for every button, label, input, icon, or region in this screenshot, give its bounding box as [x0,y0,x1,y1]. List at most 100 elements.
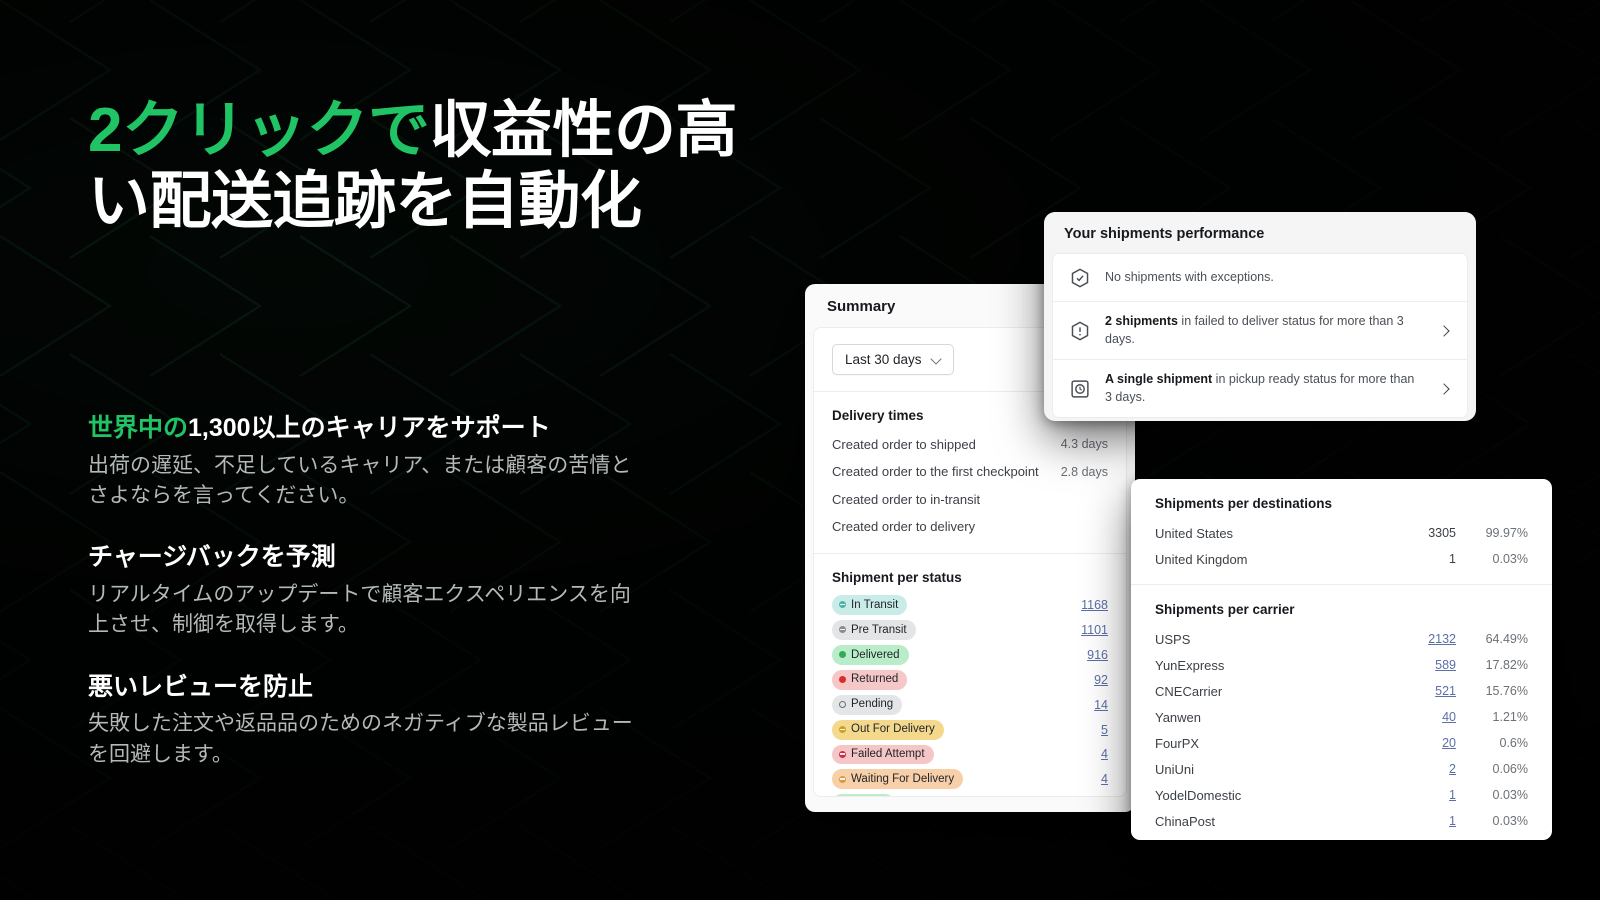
feature-title-rest-0: 1,300以上のキャリアをサポート [188,414,551,442]
feature-body-0: 出荷の遅延、不足しているキャリア、または顧客の苦情とさよならを言ってください。 [88,453,632,507]
carrier-row: Yanwen 40 1.21% [1131,704,1552,730]
carrier-row-name: CNECarrier [1155,683,1223,699]
status-badge: Pickup [832,794,895,796]
date-range-select[interactable]: Last 30 days [832,344,954,375]
carrier-row: YodelDomestic 1 0.03% [1131,782,1552,808]
delivery-time-row: Created order to the first checkpoint 2.8… [814,458,1126,485]
status-label: Pre Transit [851,623,907,636]
feature-title-accent-0: 世界中の [88,414,189,442]
delivery-times-list: Created order to shipped 4.3 days Created … [814,431,1126,541]
destination-row-percent: 0.03% [1492,551,1528,566]
status-badge: Out For Delivery [832,719,944,740]
delivery-time-row: Created order to shipped 4.3 days [814,431,1126,458]
status-row: Returned 92 [814,667,1126,692]
carrier-row-name: ChinaPost [1155,813,1215,829]
carrier-row: FourPX 20 0.6% [1131,730,1552,756]
status-row: Pre Transit 1101 [814,618,1126,643]
carrier-row-count[interactable]: 20 [1386,733,1456,753]
destinations-list: United States 3305 99.97% United Kingdom 1 0.… [1131,520,1552,572]
status-label: Delivered [851,648,900,661]
delivery-time-label: Created order to delivery [832,519,976,535]
carrier-row-percent: 0.06% [1492,762,1528,777]
delivery-time-label: Created order to shipped [832,437,976,452]
carrier-row-count[interactable]: 40 [1386,707,1456,727]
status-dot-icon [839,651,846,659]
status-badge: Pending [832,694,903,715]
carrier-row-name: UniUni [1155,761,1195,777]
destination-row: United Kingdom 1 0.03% [1131,546,1552,572]
carrier-row-percent: 15.76% [1485,684,1528,699]
status-count-link[interactable]: 92 [1094,673,1108,687]
carrier-row-count[interactable]: 589 [1386,655,1456,675]
destinations-heading: Shipments per destinations [1155,496,1333,511]
date-range-value: Last 30 days [845,352,922,367]
status-label: Pending [851,698,894,711]
hero-headline-block: 2クリックで収益性の高い配送追跡を自動化 [88,96,748,237]
carrier-row-percent: 64.49% [1485,631,1528,646]
shipments-performance-card: Your shipments performance No shipments … [1044,212,1476,421]
performance-item-emphasis: 2 shipments [1105,314,1178,328]
status-dot-icon [839,601,846,609]
carrier-row-percent: 17.82% [1485,658,1528,673]
feature-body-2: 失敗した注文や返品品のためのネガティブな製品レビューを回避します。 [88,712,633,766]
status-label: Out For Delivery [851,723,935,736]
shipment-per-status-heading: Shipment per status [832,569,962,585]
carrier-row: USPS 2132 64.49% [1131,626,1552,652]
carrier-row-percent: 0.6% [1499,736,1529,751]
carrier-row-count[interactable]: 2 [1386,759,1456,779]
performance-item[interactable]: 2 shipments in failed to deliver status … [1053,302,1467,360]
status-row: Pickup2 [814,792,1126,796]
carrier-row-count[interactable]: 521 [1386,681,1456,701]
status-label: In Transit [851,598,899,611]
status-badge: In Transit [832,595,908,616]
status-badge: Failed Attempt [832,744,934,765]
status-count-link[interactable]: 5 [1101,723,1108,737]
status-row: Failed Attempt 4 [814,742,1126,767]
status-dot-icon [839,775,846,783]
status-badge: Returned [832,669,908,690]
carrier-row-count[interactable]: 1 [1386,785,1456,805]
status-row: Pending 14 [814,692,1126,717]
carriers-list: USPS 2132 64.49% YunExpress 589 17.82% CNECarr… [1131,626,1552,834]
clock-box-icon [1069,378,1091,400]
carrier-row-count[interactable]: 2132 [1386,629,1456,649]
status-dot-icon [839,626,846,634]
chevron-right-icon[interactable] [1439,325,1451,337]
status-row: In Transit 1168 [814,593,1126,618]
carrier-row-count[interactable]: 1 [1386,811,1456,831]
delivery-time-row: Created order to delivery [814,513,1126,540]
delivery-time-row: Created order to in-transit [814,486,1126,513]
feature-item-2: 悪いレビューを防止 失敗した注文や返品品のためのネガティブな製品レビューを回避し… [88,671,648,770]
status-label: Returned [851,673,899,686]
carrier-row-percent: 0.03% [1492,814,1528,829]
destination-row-name: United States [1155,525,1234,541]
feature-item-1: チャージバックを予測 リアルタイムのアップデートで顧客エクスペリエンスを向上させ… [88,541,648,640]
carrier-row-name: Yanwen [1155,709,1202,725]
delivery-time-label: Created order to in-transit [832,491,981,507]
chevron-down-icon [932,355,941,364]
status-count-link[interactable]: 14 [1094,698,1108,712]
status-count-link[interactable]: 916 [1087,648,1108,662]
status-badge: Waiting For Delivery [832,769,964,790]
carrier-row-name: YodelDomestic [1155,787,1242,803]
performance-item: No shipments with exceptions. [1053,254,1467,302]
status-count-link[interactable]: 4 [1101,747,1108,761]
carriers-heading: Shipments per carrier [1155,602,1295,618]
carrier-row-name: USPS [1155,631,1191,647]
chevron-right-icon[interactable] [1439,383,1451,395]
status-count-link[interactable]: 1101 [1081,623,1108,637]
status-row: Delivered 916 [814,643,1126,668]
carrier-row: ChinaPost 1 0.03% [1131,808,1552,834]
performance-item-text: 2 shipments in failed to deliver status … [1105,314,1404,346]
headline-accent: 2クリックで [88,96,430,165]
status-dot-icon [839,676,846,684]
feature-title-1: チャージバックを予測 [88,541,648,574]
carrier-row: YunExpress 589 17.82% [1131,652,1552,678]
performance-item[interactable]: A single shipment in pickup ready status… [1053,360,1467,417]
status-count-link[interactable]: 1168 [1081,598,1108,612]
destination-row-name: United Kingdom [1155,551,1248,567]
status-count-link[interactable]: 4 [1101,772,1108,786]
feature-title-2: 悪いレビューを防止 [88,671,648,704]
shipment-status-list: In Transit 1168 Pre Transit 1101 Delivered 91… [814,593,1126,796]
feature-title-rest-2: 悪いレビューを防止 [88,672,314,701]
